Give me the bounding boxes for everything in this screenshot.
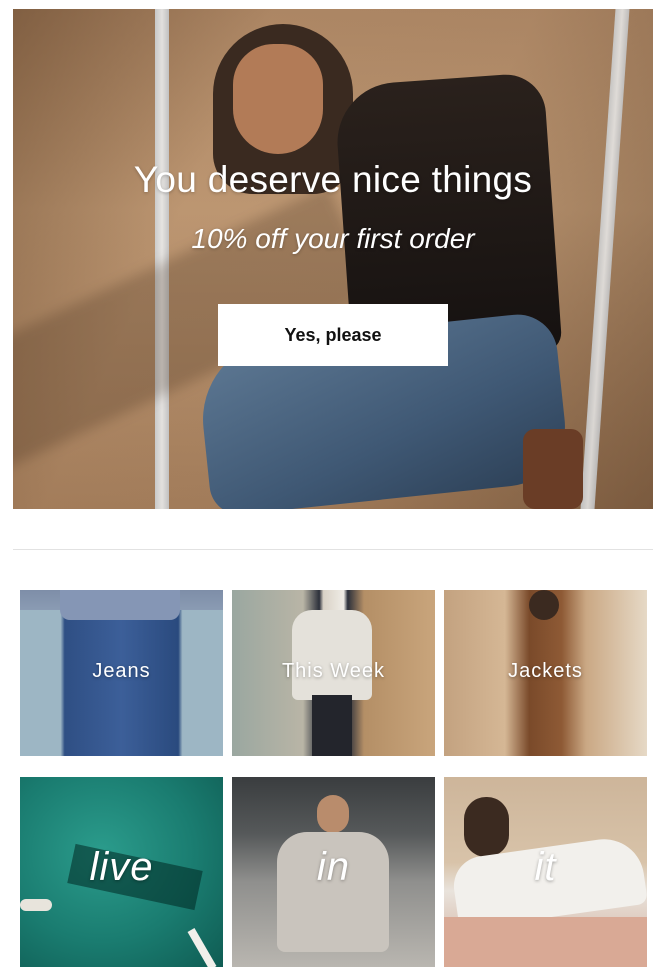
tile-image bbox=[317, 795, 349, 833]
section-divider bbox=[13, 549, 653, 550]
campaign-tile-label: live bbox=[89, 845, 154, 889]
hero-subtitle: 10% off your first order bbox=[191, 223, 475, 254]
tile-image bbox=[292, 610, 372, 700]
hero-model-image bbox=[233, 44, 323, 154]
tile-image bbox=[187, 927, 217, 967]
category-tile-this-week[interactable]: This Week bbox=[232, 590, 435, 756]
campaign-tile-it[interactable]: it bbox=[444, 777, 647, 967]
category-tile-jeans[interactable]: Jeans bbox=[20, 590, 223, 756]
campaign-tile-live[interactable]: live bbox=[20, 777, 223, 967]
tile-image bbox=[312, 695, 352, 756]
tile-image bbox=[529, 590, 559, 620]
tile-image bbox=[60, 590, 180, 620]
category-tile-label: Jeans bbox=[92, 660, 151, 682]
promo-hero: You deserve nice things 10% off your fir… bbox=[13, 9, 653, 509]
tile-image bbox=[20, 899, 52, 911]
category-tile-jackets[interactable]: Jackets bbox=[444, 590, 647, 756]
category-tile-label: Jackets bbox=[508, 660, 583, 682]
hero-title: You deserve nice things bbox=[133, 159, 533, 200]
campaign-tile-label: in bbox=[316, 845, 351, 889]
tile-image bbox=[444, 917, 647, 967]
hero-model-image bbox=[523, 429, 583, 509]
campaign-tile-label: it bbox=[534, 845, 557, 889]
yes-please-button[interactable]: Yes, please bbox=[218, 304, 448, 366]
hero-image-pillar bbox=[155, 9, 169, 509]
campaign-tile-in[interactable]: in bbox=[232, 777, 435, 967]
category-tile-label: This Week bbox=[281, 660, 386, 682]
hero-image-pillar bbox=[580, 9, 630, 509]
